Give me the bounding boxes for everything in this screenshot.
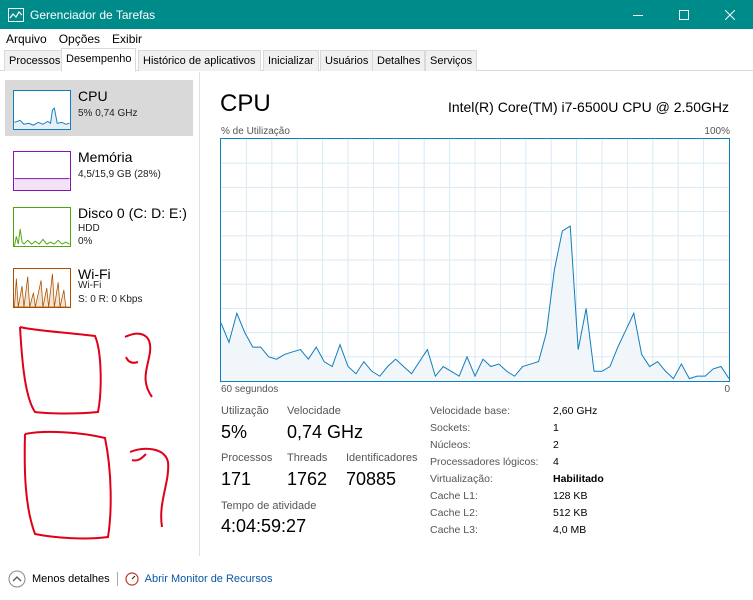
processes-value: 171 (221, 469, 252, 489)
open-resource-monitor-link[interactable]: Abrir Monitor de Recursos (145, 573, 273, 585)
sidebar-item-disco[interactable]: Disco 0 (C: D: E:) HDD 0% (5, 197, 193, 253)
tab-bar: Processos Desempenho Histórico de aplica… (0, 48, 753, 72)
handles-label: Identificadores (346, 452, 418, 464)
processes-label: Processos (221, 452, 273, 464)
sidebar-item-detail-2: S: 0 R: 0 Kbps (78, 294, 143, 305)
menu-exibir[interactable]: Exibir (106, 32, 148, 46)
tab-servicos[interactable]: Serviços (425, 50, 478, 71)
speed-label: Velocidade (287, 405, 341, 417)
info-value: 512 KB (553, 507, 588, 519)
info-value: 4 (553, 456, 559, 468)
info-label: Virtualização: (430, 473, 493, 485)
uptime-value: 4:04:59:27 (221, 516, 307, 536)
info-label: Cache L3: (430, 524, 478, 536)
info-label: Cache L1: (430, 490, 478, 502)
close-button[interactable] (707, 0, 753, 29)
utilization-label: Utilização (221, 405, 269, 417)
title-bar: Gerenciador de Tarefas (0, 0, 753, 29)
maximize-button[interactable] (661, 0, 707, 29)
sidebar: CPU 5% 0,74 GHz Memória 4,5/15,9 GB (28%… (0, 72, 200, 556)
footer: Menos detalhes Abrir Monitor de Recursos (0, 562, 753, 596)
graph-xmin-label: 0 (724, 384, 730, 395)
threads-value: 1762 (287, 469, 328, 489)
sidebar-item-detail: 4,5/15,9 GB (28%) (78, 169, 161, 180)
minimize-icon (633, 14, 643, 16)
graph-grid (221, 139, 729, 381)
menu-opcoes[interactable]: Opções (53, 32, 106, 46)
tab-historico[interactable]: Histórico de aplicativos (138, 50, 261, 71)
menu-arquivo[interactable]: Arquivo (0, 32, 53, 46)
tab-detalhes[interactable]: Detalhes (372, 50, 426, 71)
cpu-model: Intel(R) Core(TM) i7-6500U CPU @ 2.50GHz (447, 99, 729, 115)
performance-panel: CPU Intel(R) Core(TM) i7-6500U CPU @ 2.5… (200, 72, 753, 556)
graph-ymax-label: 100% (704, 126, 730, 137)
menu-bar: Arquivo Opções Exibir (0, 29, 753, 49)
cpu-usage-graph (220, 138, 730, 382)
page-title: CPU (220, 90, 271, 117)
wifi-thumbnail (13, 268, 71, 308)
tab-desempenho[interactable]: Desempenho (61, 48, 137, 72)
handles-value: 70885 (346, 469, 397, 489)
speed-value: 0,74 GHz (287, 422, 364, 442)
cpu-thumbnail (13, 90, 71, 130)
sidebar-item-detail: HDD (78, 223, 100, 234)
sidebar-item-detail: 5% 0,74 GHz (78, 108, 138, 119)
info-label: Núcleos: (430, 439, 471, 451)
sidebar-item-label: Disco 0 (C: D: E:) (78, 205, 187, 221)
sidebar-item-detail: Wi-Fi (78, 280, 102, 291)
tab-inicializar[interactable]: Inicializar (263, 50, 319, 71)
sidebar-item-detail-2: 0% (78, 236, 93, 247)
sidebar-item-cpu[interactable]: CPU 5% 0,74 GHz (5, 80, 193, 136)
tab-usuarios[interactable]: Usuários (320, 50, 374, 71)
utilization-value: 5% (221, 422, 248, 442)
task-manager-icon (8, 7, 24, 22)
sidebar-item-memoria[interactable]: Memória 4,5/15,9 GB (28%) (5, 141, 193, 197)
info-label: Cache L2: (430, 507, 478, 519)
graph-x-label: 60 segundos (221, 384, 279, 395)
uptime-label: Tempo de atividade (221, 500, 317, 512)
info-value: 2,60 GHz (553, 405, 598, 417)
threads-label: Threads (287, 452, 328, 464)
graph-y-label: % de Utilização (221, 126, 290, 137)
info-value: Habilitado (553, 473, 604, 485)
sidebar-item-label: CPU (78, 88, 108, 104)
info-value: 4,0 MB (553, 524, 587, 536)
info-value: 2 (553, 439, 559, 451)
info-label: Processadores lógicos: (430, 456, 539, 468)
info-value: 128 KB (553, 490, 588, 502)
disk-thumbnail (13, 207, 71, 247)
maximize-icon (679, 9, 689, 20)
tab-processos[interactable]: Processos (4, 50, 66, 71)
close-icon (725, 9, 735, 20)
red-scribble-annotations (19, 326, 170, 540)
minimize-button[interactable] (615, 0, 661, 29)
window-title: Gerenciador de Tarefas (30, 7, 156, 22)
sidebar-item-label: Memória (78, 149, 133, 165)
sidebar-item-wifi[interactable]: Wi-Fi Wi-Fi S: 0 R: 0 Kbps (5, 258, 193, 314)
fewer-details-button[interactable]: Menos detalhes (32, 573, 110, 585)
divider (116, 572, 118, 586)
memory-thumbnail (13, 151, 71, 191)
info-label: Velocidade base: (430, 405, 510, 417)
info-label: Sockets: (430, 422, 471, 434)
chevron-up-icon[interactable] (8, 570, 26, 588)
info-value: 1 (553, 422, 559, 434)
resource-monitor-icon (125, 572, 139, 586)
